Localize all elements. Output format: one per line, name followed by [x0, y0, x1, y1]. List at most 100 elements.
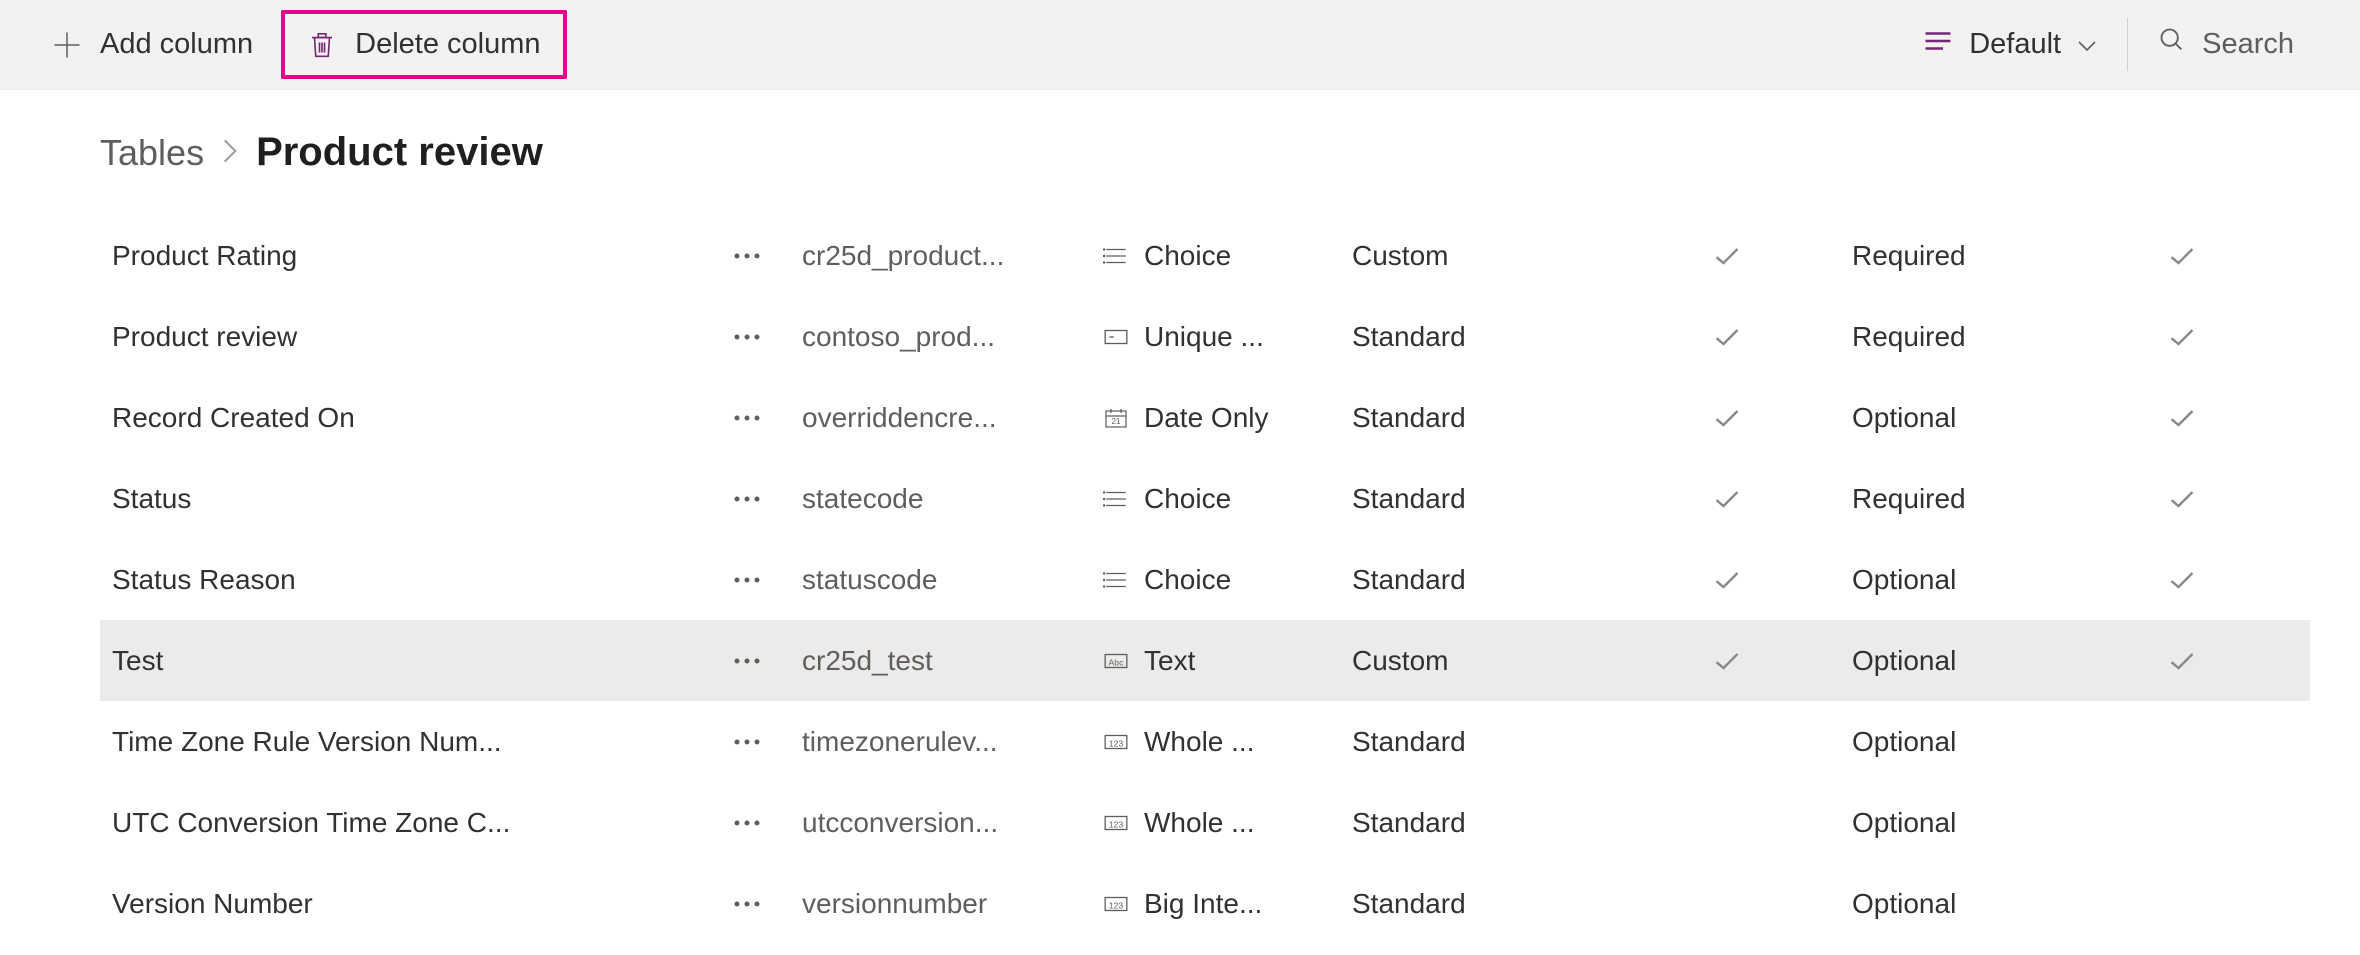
schema-name: contoso_prod... — [802, 321, 1102, 353]
kind: Standard — [1352, 483, 1602, 515]
breadcrumb: Tables Product review — [100, 130, 2310, 175]
row-more-button[interactable] — [692, 333, 802, 341]
data-type: Unique ... — [1102, 321, 1352, 353]
schema-name: timezonerulev... — [802, 726, 1102, 758]
column-name: Status — [112, 483, 692, 515]
schema-name: statecode — [802, 483, 1102, 515]
column-name: Time Zone Rule Version Num... — [112, 726, 692, 758]
required: Optional — [1852, 807, 2102, 839]
customizable-check — [1602, 650, 1852, 672]
row-more-button[interactable] — [692, 576, 802, 584]
table-row[interactable]: UTC Conversion Time Zone C... utcconvers… — [100, 782, 2310, 863]
data-type: Date Only — [1102, 402, 1352, 434]
view-switcher[interactable]: Default — [1893, 0, 2127, 89]
data-type: Choice — [1102, 483, 1352, 515]
data-type: Whole ... — [1102, 807, 1352, 839]
view-label: Default — [1969, 28, 2061, 61]
data-type: Big Inte... — [1102, 888, 1352, 920]
searchable-check — [2102, 650, 2262, 672]
data-type: Choice — [1102, 564, 1352, 596]
required: Optional — [1852, 888, 2102, 920]
schema-name: cr25d_test — [802, 645, 1102, 677]
trash-icon — [307, 30, 337, 60]
schema-name: cr25d_product... — [802, 240, 1102, 272]
breadcrumb-current: Product review — [256, 130, 543, 175]
add-column-button[interactable]: Add column — [30, 16, 275, 73]
required: Required — [1852, 321, 2102, 353]
table-row[interactable]: Test cr25d_test Text Custom Optional — [100, 620, 2310, 701]
plus-icon — [52, 30, 82, 60]
add-column-label: Add column — [100, 28, 253, 61]
whole-type-icon — [1102, 730, 1130, 754]
delete-column-label: Delete column — [355, 28, 540, 61]
list-icon — [1923, 28, 1953, 61]
schema-name: utcconversion... — [802, 807, 1102, 839]
unique-type-icon — [1102, 325, 1130, 349]
kind: Standard — [1352, 807, 1602, 839]
columns-grid: Product Rating cr25d_product... Choice C… — [100, 215, 2310, 944]
breadcrumb-root-link[interactable]: Tables — [100, 132, 204, 174]
data-type: Choice — [1102, 240, 1352, 272]
table-row[interactable]: Status statecode Choice Standard Require… — [100, 458, 2310, 539]
table-row[interactable]: Product review contoso_prod... Unique ..… — [100, 296, 2310, 377]
chevron-down-icon — [2077, 28, 2097, 61]
table-row[interactable]: Time Zone Rule Version Num... timezoneru… — [100, 701, 2310, 782]
column-name: Status Reason — [112, 564, 692, 596]
kind: Standard — [1352, 726, 1602, 758]
chevron-right-icon — [222, 137, 238, 171]
row-more-button[interactable] — [692, 414, 802, 422]
row-more-button[interactable] — [692, 495, 802, 503]
table-row[interactable]: Status Reason statuscode Choice Standard… — [100, 539, 2310, 620]
row-more-button[interactable] — [692, 900, 802, 908]
kind: Custom — [1352, 240, 1602, 272]
text-type-icon — [1102, 649, 1130, 673]
bigint-type-icon — [1102, 892, 1130, 916]
table-row[interactable]: Product Rating cr25d_product... Choice C… — [100, 215, 2310, 296]
toolbar-right: Default Search — [1893, 0, 2330, 89]
searchable-check — [2102, 326, 2262, 348]
search-icon — [2158, 26, 2186, 62]
content: Tables Product review Product Rating cr2… — [0, 90, 2360, 944]
searchable-check — [2102, 569, 2262, 591]
kind: Standard — [1352, 564, 1602, 596]
searchable-check — [2102, 488, 2262, 510]
schema-name: statuscode — [802, 564, 1102, 596]
column-name: Record Created On — [112, 402, 692, 434]
required: Optional — [1852, 564, 2102, 596]
column-name: UTC Conversion Time Zone C... — [112, 807, 692, 839]
data-type: Text — [1102, 645, 1352, 677]
kind: Standard — [1352, 402, 1602, 434]
row-more-button[interactable] — [692, 657, 802, 665]
row-more-button[interactable] — [692, 819, 802, 827]
toolbar: Add column Delete column Default — [0, 0, 2360, 90]
delete-column-button[interactable]: Delete column — [281, 10, 566, 79]
schema-name: overriddencre... — [802, 402, 1102, 434]
table-row[interactable]: Version Number versionnumber Big Inte...… — [100, 863, 2310, 944]
customizable-check — [1602, 326, 1852, 348]
customizable-check — [1602, 407, 1852, 429]
column-name: Product Rating — [112, 240, 692, 272]
whole-type-icon — [1102, 811, 1130, 835]
data-type: Whole ... — [1102, 726, 1352, 758]
column-name: Version Number — [112, 888, 692, 920]
search-placeholder: Search — [2202, 28, 2294, 61]
search-input[interactable]: Search — [2127, 18, 2330, 71]
row-more-button[interactable] — [692, 252, 802, 260]
required: Optional — [1852, 402, 2102, 434]
choice-type-icon — [1102, 568, 1130, 592]
required: Optional — [1852, 726, 2102, 758]
row-more-button[interactable] — [692, 738, 802, 746]
column-name: Product review — [112, 321, 692, 353]
customizable-check — [1602, 569, 1852, 591]
kind: Standard — [1352, 321, 1602, 353]
required: Required — [1852, 483, 2102, 515]
table-row[interactable]: Record Created On overriddencre... Date … — [100, 377, 2310, 458]
date-type-icon — [1102, 406, 1130, 430]
choice-type-icon — [1102, 487, 1130, 511]
kind: Standard — [1352, 888, 1602, 920]
required: Optional — [1852, 645, 2102, 677]
searchable-check — [2102, 407, 2262, 429]
column-name: Test — [112, 645, 692, 677]
choice-type-icon — [1102, 244, 1130, 268]
searchable-check — [2102, 245, 2262, 267]
